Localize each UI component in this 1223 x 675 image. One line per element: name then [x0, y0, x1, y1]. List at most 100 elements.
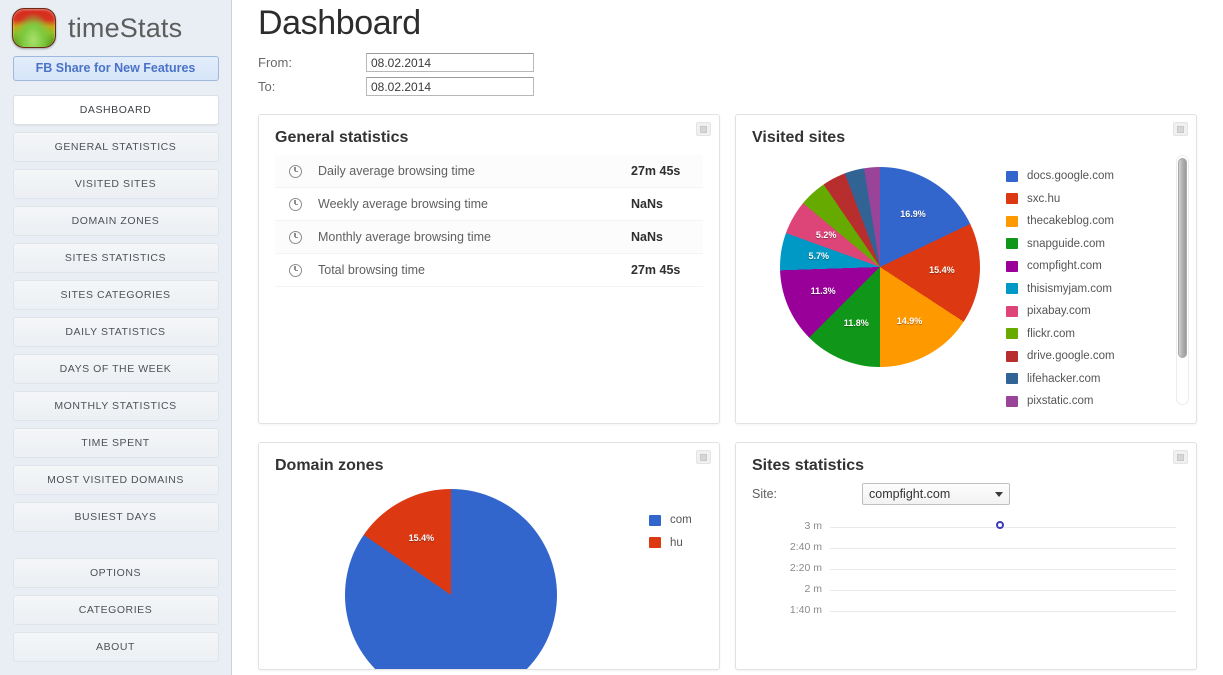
close-icon[interactable]	[696, 122, 711, 136]
legend-swatch-icon	[1006, 373, 1018, 385]
legend-label: com	[670, 514, 692, 527]
legend-item[interactable]: thisismyjam.com	[1006, 278, 1115, 301]
legend-item[interactable]: drive.google.com	[1006, 345, 1115, 368]
pie-slice-label: 5.7%	[808, 251, 830, 262]
sidebar-item-busiest-days[interactable]: BUSIEST DAYS	[12, 502, 219, 532]
stat-label: Monthly average browsing time	[318, 230, 491, 244]
date-from-row: From:	[258, 53, 1199, 72]
sidebar-item-about[interactable]: ABOUT	[12, 632, 219, 662]
legend-item[interactable]: sxc.hu	[1006, 188, 1115, 211]
legend-label: compfight.com	[1027, 260, 1102, 273]
legend-swatch-icon	[649, 514, 661, 526]
sidebar-item-most-visited-domains[interactable]: MOST VISITED DOMAINS	[12, 465, 219, 495]
legend-item[interactable]: docs.google.com	[1006, 165, 1115, 188]
y-axis-tick: 2:20 m	[789, 562, 822, 574]
panel-domain-zones: Domain zones 15.4% com hu	[258, 442, 720, 670]
stat-value: NaNs	[631, 230, 663, 244]
sidebar-item-dashboard[interactable]: DASHBOARD	[12, 95, 219, 125]
legend-label: lifehacker.com	[1027, 372, 1101, 385]
scrollbar[interactable]	[1176, 155, 1189, 405]
site-selector-row: Site: compfight.com	[752, 483, 1180, 505]
panel-title: Sites statistics	[752, 457, 865, 474]
legend-label: snapguide.com	[1027, 237, 1105, 250]
site-label: Site:	[752, 487, 778, 501]
gridline	[830, 548, 1176, 549]
legend-label: thisismyjam.com	[1027, 282, 1112, 295]
pie-slice-label: 5.2%	[815, 230, 837, 241]
date-to-input[interactable]	[366, 77, 534, 96]
date-from-input[interactable]	[366, 53, 534, 72]
domain-zones-chart: 15.4% com hu	[275, 483, 703, 669]
legend-visited-sites: docs.google.com sxc.hu thecakeblog.com snap…	[1006, 159, 1115, 413]
pie-slice-label: 15.4%	[408, 532, 435, 543]
date-to-row: To:	[258, 77, 1199, 96]
site-select[interactable]: compfight.com	[862, 483, 1010, 505]
timestats-logo-icon	[12, 8, 56, 48]
legend-swatch-icon	[1006, 395, 1018, 407]
legend-label: thecakeblog.com	[1027, 215, 1114, 228]
gridline	[830, 569, 1176, 570]
legend-swatch-icon	[1006, 215, 1018, 227]
legend-swatch-icon	[1006, 260, 1018, 272]
legend-label: drive.google.com	[1027, 350, 1115, 363]
legend-item[interactable]: hu	[649, 532, 692, 555]
scrollbar-thumb[interactable]	[1178, 158, 1187, 358]
brand: timeStats	[8, 0, 223, 56]
panel-grid: General statistics Daily average browsin…	[258, 114, 1199, 670]
legend-item[interactable]: lifehacker.com	[1006, 368, 1115, 391]
close-icon[interactable]	[1173, 122, 1188, 136]
gridline	[830, 590, 1176, 591]
sidebar-item-sites-statistics[interactable]: SITES STATISTICS	[12, 243, 219, 273]
legend-label: pixabay.com	[1027, 305, 1091, 318]
site-select-wrapper[interactable]: compfight.com	[862, 483, 1010, 505]
pie-slice-label: 16.9%	[900, 208, 926, 219]
sidebar: timeStats FB Share for New Features DASH…	[0, 0, 232, 675]
panel-general-statistics: General statistics Daily average browsin…	[258, 114, 720, 424]
sidebar-item-domain-zones[interactable]: DOMAIN ZONES	[12, 206, 219, 236]
legend-item[interactable]: pixstatic.com	[1006, 390, 1115, 413]
legend-item[interactable]: thecakeblog.com	[1006, 210, 1115, 233]
timestats-dashboard-app: timeStats FB Share for New Features DASH…	[0, 0, 1223, 675]
legend-swatch-icon	[649, 537, 661, 549]
legend-label: pixstatic.com	[1027, 395, 1094, 408]
sidebar-divider	[8, 539, 223, 558]
legend-item[interactable]: compfight.com	[1006, 255, 1115, 278]
legend-label: hu	[670, 536, 683, 549]
visited-sites-chart: 16.9% 15.4% 14.9% 11.8% 11.3% 5.7% 5.2% docs.g…	[752, 155, 1180, 413]
brand-name: timeStats	[68, 12, 183, 43]
close-icon[interactable]	[696, 450, 711, 464]
sidebar-item-options[interactable]: OPTIONS	[12, 558, 219, 588]
stat-value: 27m 45s	[631, 263, 681, 277]
panel-visited-sites: Visited sites 16.9% 15.4% 14.9% 11.8% 11.3% 5…	[735, 114, 1197, 424]
stat-row: Total browsing time 27m 45s	[275, 254, 703, 287]
sidebar-item-general-statistics[interactable]: GENERAL STATISTICS	[12, 132, 219, 162]
legend-label: sxc.hu	[1027, 192, 1061, 205]
general-statistics-list: Daily average browsing time 27m 45s Week…	[275, 155, 703, 287]
y-axis-tick: 2:40 m	[789, 541, 822, 553]
stat-label: Daily average browsing time	[318, 164, 476, 178]
sidebar-item-days-of-the-week[interactable]: DAYS OF THE WEEK	[12, 354, 219, 384]
legend-swatch-icon	[1006, 283, 1018, 295]
legend-swatch-icon	[1006, 305, 1018, 317]
legend-swatch-icon	[1006, 193, 1018, 205]
stat-value: NaNs	[631, 197, 663, 211]
legend-item[interactable]: pixabay.com	[1006, 300, 1115, 323]
sidebar-item-monthly-statistics[interactable]: MONTHLY STATISTICS	[12, 391, 219, 421]
sidebar-item-categories[interactable]: CATEGORIES	[12, 595, 219, 625]
date-from-label: From:	[258, 55, 292, 70]
fb-share-button[interactable]: FB Share for New Features	[12, 56, 219, 81]
legend-item[interactable]: snapguide.com	[1006, 233, 1115, 256]
legend-item[interactable]: com	[649, 509, 692, 532]
legend-item[interactable]: flickr.com	[1006, 323, 1115, 346]
sidebar-item-sites-categories[interactable]: SITES CATEGORIES	[12, 280, 219, 310]
legend-swatch-icon	[1006, 238, 1018, 250]
sidebar-item-visited-sites[interactable]: VISITED SITES	[12, 169, 219, 199]
sidebar-item-time-spent[interactable]: TIME SPENT	[12, 428, 219, 458]
close-icon[interactable]	[1173, 450, 1188, 464]
gridline	[830, 611, 1176, 612]
pie-slice-label: 11.8%	[843, 318, 869, 329]
data-point[interactable]	[996, 521, 1004, 529]
legend-domain-zones: com hu	[649, 483, 692, 554]
sidebar-item-daily-statistics[interactable]: DAILY STATISTICS	[12, 317, 219, 347]
pie-slice-label: 11.3%	[810, 285, 836, 296]
